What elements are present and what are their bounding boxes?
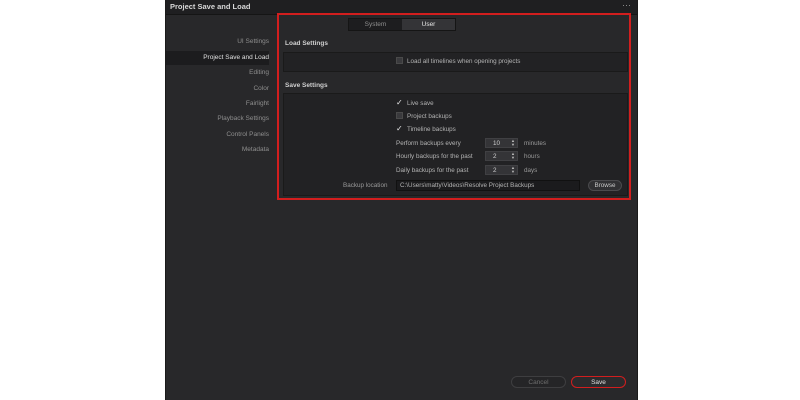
sidebar-item-playback-settings[interactable]: Playback Settings bbox=[159, 112, 269, 126]
sidebar-item-color[interactable]: Color bbox=[159, 82, 269, 96]
sidebar-item-ui-settings[interactable]: UI Settings bbox=[159, 35, 269, 49]
sidebar-item-fairlight[interactable]: Fairlight bbox=[159, 97, 269, 111]
preferences-window: Project Save and Load ··· UI Settings Pr… bbox=[165, 0, 638, 400]
cancel-button[interactable]: Cancel bbox=[511, 376, 566, 388]
sidebar-item-project-save-and-load[interactable]: Project Save and Load bbox=[166, 51, 269, 65]
highlight-annotation-box bbox=[277, 13, 631, 200]
sidebar-item-control-panels[interactable]: Control Panels bbox=[159, 128, 269, 142]
more-dots-icon[interactable]: ··· bbox=[622, 0, 631, 10]
window-title: Project Save and Load bbox=[170, 2, 251, 11]
sidebar-item-editing[interactable]: Editing bbox=[159, 66, 269, 80]
save-button[interactable]: Save bbox=[571, 376, 626, 388]
sidebar-item-metadata[interactable]: Metadata bbox=[159, 143, 269, 157]
